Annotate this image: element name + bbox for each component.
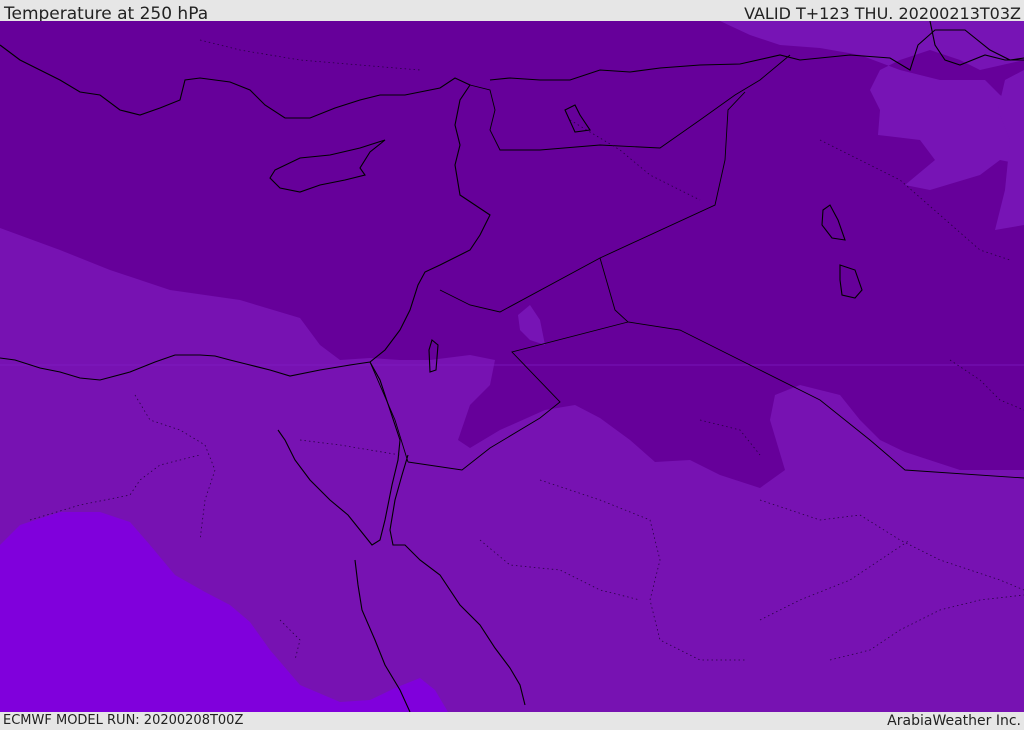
weather-map[interactable] [0, 21, 1024, 712]
map-canvas [0, 21, 1024, 712]
header-bar: Temperature at 250 hPa VALID T+123 THU. … [0, 0, 1024, 24]
brand-label: ArabiaWeather Inc. [887, 713, 1021, 729]
footer-bar: ECMWF MODEL RUN: 20200208T00Z ArabiaWeat… [0, 712, 1024, 729]
model-run-label: ECMWF MODEL RUN: 20200208T00Z [3, 713, 244, 728]
